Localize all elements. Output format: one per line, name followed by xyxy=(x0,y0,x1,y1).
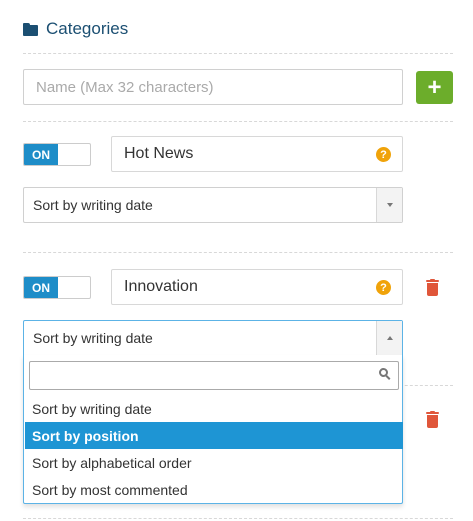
category-name: Innovation xyxy=(124,278,198,295)
sort-select[interactable]: Sort by writing date xyxy=(23,320,403,356)
dropdown-option-alphabetical[interactable]: Sort by alphabetical order xyxy=(25,449,403,476)
category-name-field[interactable]: Hot News ? xyxy=(111,136,403,172)
dropdown-option-writing-date[interactable]: Sort by writing date xyxy=(25,395,403,422)
folder-icon xyxy=(23,22,39,36)
chevron-down-icon xyxy=(386,203,393,207)
sort-select-value: Sort by writing date xyxy=(33,197,153,213)
help-icon[interactable]: ? xyxy=(376,147,391,162)
sort-select-value: Sort by writing date xyxy=(33,330,153,346)
help-icon[interactable]: ? xyxy=(376,280,391,295)
category-toggle[interactable]: ON xyxy=(23,276,91,299)
page-title: Categories xyxy=(46,19,129,38)
category-toggle[interactable]: ON xyxy=(23,143,91,166)
divider xyxy=(23,252,453,253)
divider xyxy=(23,121,453,122)
chevron-up-icon xyxy=(386,336,393,340)
divider xyxy=(23,53,453,54)
category-name-field[interactable]: Innovation ? xyxy=(111,269,403,305)
select-arrow[interactable] xyxy=(376,321,402,355)
delete-category-icon[interactable] xyxy=(426,411,439,428)
select-arrow[interactable] xyxy=(376,188,402,222)
toggle-on-label: ON xyxy=(24,277,58,298)
delete-category-icon[interactable] xyxy=(426,279,439,296)
sort-dropdown: Sort by writing date Sort by position So… xyxy=(23,355,403,504)
dropdown-search-input[interactable] xyxy=(29,361,399,390)
toggle-on-label: ON xyxy=(24,144,58,165)
categories-header: Categories xyxy=(23,17,128,41)
category-name-input[interactable] xyxy=(23,69,403,105)
dropdown-option-most-commented[interactable]: Sort by most commented xyxy=(25,476,403,503)
category-name: Hot News xyxy=(124,145,194,162)
search-icon xyxy=(379,368,391,380)
sort-select[interactable]: Sort by writing date xyxy=(23,187,403,223)
add-category-button[interactable]: + xyxy=(416,71,453,104)
dropdown-option-position[interactable]: Sort by position xyxy=(25,422,403,449)
divider xyxy=(23,518,453,519)
